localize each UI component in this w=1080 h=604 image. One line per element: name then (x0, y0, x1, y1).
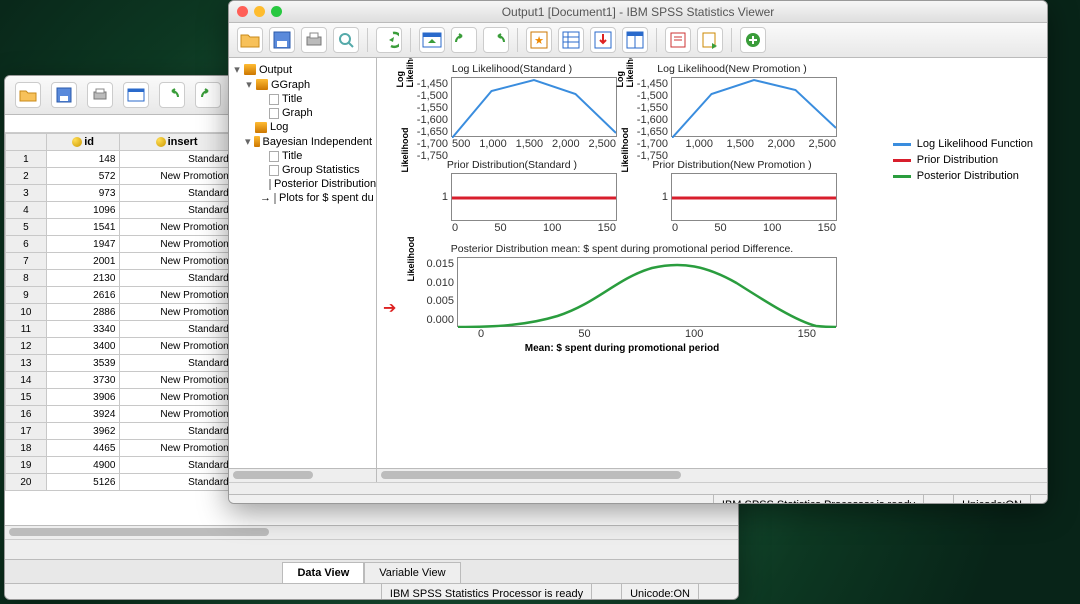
chart-grid-icon[interactable] (558, 27, 584, 53)
viewer-toolbar: ★ (229, 23, 1047, 58)
status-processor: IBM SPSS Statistics Processor is ready (381, 584, 591, 600)
goto-icon[interactable] (419, 27, 445, 53)
status-processor: IBM SPSS Statistics Processor is ready (713, 495, 923, 504)
minimize-icon[interactable] (254, 6, 265, 17)
save-icon[interactable] (269, 27, 295, 53)
undo-icon[interactable] (159, 82, 185, 108)
chart-prior-new: Prior Distribution(New Promotion ) Likel… (627, 159, 837, 221)
data-editor-statusbar: IBM SPSS Statistics Processor is ready U… (5, 583, 738, 600)
window-title: Output1 [Document1] - IBM SPSS Statistic… (502, 5, 775, 19)
note-icon[interactable] (665, 27, 691, 53)
col-insert[interactable]: insert (120, 134, 233, 151)
preview-icon[interactable] (333, 27, 359, 53)
open-icon[interactable] (237, 27, 263, 53)
zoom-icon[interactable] (271, 6, 282, 17)
output-viewer-window: Output1 [Document1] - IBM SPSS Statistic… (228, 0, 1048, 504)
view-tabbar: Data View Variable View (5, 559, 738, 583)
outline-plots[interactable]: Plots for $ spent du (279, 192, 374, 204)
chart-down-icon[interactable] (590, 27, 616, 53)
tab-variable-view[interactable]: Variable View (364, 562, 460, 583)
save-icon[interactable] (51, 82, 77, 108)
chart-star-icon[interactable]: ★ (526, 27, 552, 53)
outline-ggraph-title[interactable]: Title (282, 93, 302, 105)
status-unicode: Unicode:ON (621, 584, 698, 600)
outline-ggraph[interactable]: GGraph (271, 79, 310, 91)
add-icon[interactable] (740, 27, 766, 53)
outline-bayes[interactable]: Bayesian Independent (263, 136, 372, 148)
outline-ggraph-graph[interactable]: Graph (282, 107, 313, 119)
tab-data-view[interactable]: Data View (282, 562, 364, 583)
pivot-icon[interactable] (123, 82, 149, 108)
outline-pane[interactable]: ▾Output ▾GGraph Title Graph Log ▾Bayesia… (229, 58, 377, 482)
note-go-icon[interactable] (697, 27, 723, 53)
col-id[interactable]: id (46, 134, 120, 151)
current-item-arrow-icon: ➔ (383, 298, 396, 318)
outline-hscrollbar[interactable] (229, 468, 376, 482)
row-header-blank (6, 134, 47, 151)
undo-icon[interactable] (451, 27, 477, 53)
outline-root[interactable]: Output (259, 64, 292, 76)
posterior-xlabel: Mean: $ spent during promotional period (407, 343, 837, 354)
chart-ll-new: Log Likelihood(New Promotion ) LogLikeli… (627, 63, 837, 137)
titlebar[interactable]: Output1 [Document1] - IBM SPSS Statistic… (229, 1, 1047, 23)
traffic-lights[interactable] (237, 6, 282, 17)
close-icon[interactable] (237, 6, 248, 17)
open-icon[interactable] (15, 82, 41, 108)
outline-log[interactable]: Log (270, 121, 288, 133)
output-canvas[interactable]: ➔ Log Likelihood(Standard ) LogLikelihoo… (377, 58, 1047, 482)
svg-text:★: ★ (534, 35, 544, 47)
viewer-statusbar: IBM SPSS Statistics Processor is ready U… (229, 494, 1047, 504)
status-unicode: Unicode:ON (953, 495, 1030, 504)
print-icon[interactable] (87, 82, 113, 108)
chart-ll-standard: Log Likelihood(Standard ) LogLikelihood … (407, 63, 617, 137)
redo-icon[interactable] (483, 27, 509, 53)
chart-table-icon[interactable] (622, 27, 648, 53)
print-icon[interactable] (301, 27, 327, 53)
data-hscrollbar[interactable] (5, 525, 738, 539)
outline-group-stats[interactable]: Group Statistics (282, 164, 360, 176)
export-icon[interactable] (376, 27, 402, 53)
chart-posterior: Posterior Distribution mean: $ spent dur… (407, 243, 837, 354)
chart-prior-standard: Prior Distribution(Standard ) Likelihood… (407, 159, 617, 221)
redo-icon[interactable] (195, 82, 221, 108)
chart-legend: Log Likelihood Function Prior Distributi… (893, 138, 1033, 186)
outline-posterior[interactable]: Posterior Distribution (274, 178, 376, 190)
canvas-hscrollbar[interactable] (377, 468, 1047, 482)
outline-bayes-title[interactable]: Title (282, 150, 302, 162)
